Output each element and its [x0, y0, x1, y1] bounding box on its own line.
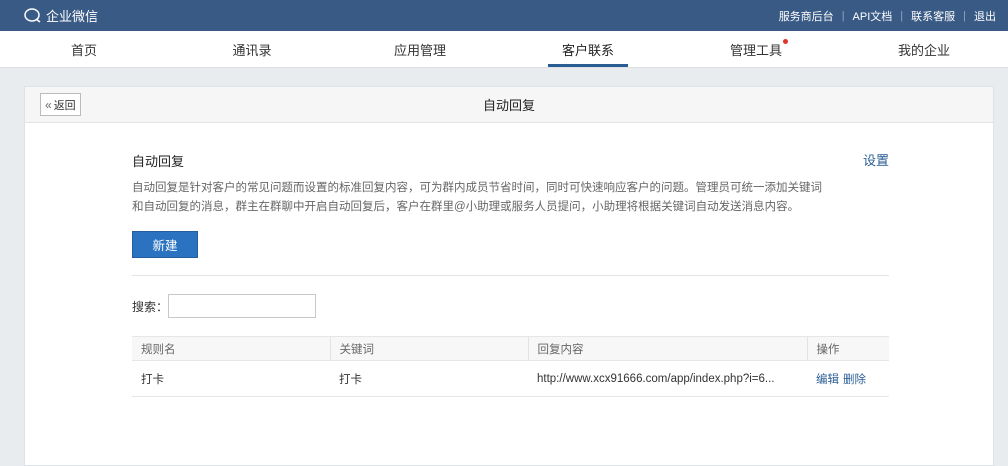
column-header-actions: 操作 — [806, 336, 889, 361]
double-chevron-left-icon: « — [45, 97, 52, 112]
edit-link[interactable]: 编辑 — [816, 374, 839, 386]
notification-dot — [783, 39, 788, 44]
wecom-logo-icon — [24, 7, 41, 23]
card-header: « 返回 自动回复 — [25, 87, 993, 123]
auto-reply-card: « 返回 自动回复 自动回复 设置 自动回复是针对客户的常见问题而设置的标准回复… — [24, 86, 994, 466]
top-bar: 企业微信 服务商后台 | API文档 | 联系客服 | 退出 — [0, 0, 1008, 31]
table-row: 打卡 打卡 http://www.xcx91666.com/app/index.… — [132, 360, 889, 397]
description: 自动回复是针对客户的常见问题而设置的标准回复内容，可为群内成员节省时间，同时可快… — [132, 179, 889, 217]
page-title: 自动回复 — [482, 98, 535, 113]
column-header-rule-name: 规则名 — [132, 336, 330, 361]
main-nav: 首页 通讯录 应用管理 客户联系 管理工具 我的企业 — [0, 31, 1008, 68]
search-row: 搜索： — [132, 294, 889, 318]
nav-contacts[interactable]: 通讯录 — [168, 31, 336, 67]
settings-link[interactable]: 设置 — [863, 150, 889, 169]
back-button[interactable]: « 返回 — [40, 93, 81, 116]
description-line: 自动回复是针对客户的常见问题而设置的标准回复内容，可为群内成员节省时间，同时可快… — [132, 182, 822, 194]
cell-actions: 编辑 删除 — [807, 360, 889, 397]
nav-label: 管理工具 — [716, 31, 796, 67]
search-label: 搜索： — [132, 299, 169, 314]
brand[interactable]: 企业微信 — [24, 6, 98, 25]
column-header-reply: 回复内容 — [527, 336, 807, 361]
cell-reply-content: http://www.xcx91666.com/app/index.php?i=… — [528, 360, 807, 397]
delete-link[interactable]: 删除 — [843, 374, 866, 386]
brand-name: 企业微信 — [46, 9, 99, 24]
nav-my-enterprise[interactable]: 我的企业 — [840, 31, 1008, 67]
nav-app-management[interactable]: 应用管理 — [336, 31, 504, 67]
nav-label: 首页 — [70, 42, 97, 58]
rules-table: 规则名 关键词 回复内容 操作 打卡 打卡 http://www.xcx9166… — [132, 336, 889, 397]
api-docs-link[interactable]: API文档 — [845, 8, 901, 24]
nav-label: 通讯录 — [232, 42, 272, 58]
nav-home[interactable]: 首页 — [0, 31, 168, 67]
main-content: 自动回复 设置 自动回复是针对客户的常见问题而设置的标准回复内容，可为群内成员节… — [132, 151, 889, 397]
cell-rule-name: 打卡 — [132, 360, 330, 397]
nav-label: 应用管理 — [393, 42, 446, 58]
nav-customer-contact[interactable]: 客户联系 — [504, 31, 672, 67]
provider-console-link[interactable]: 服务商后台 — [771, 8, 842, 24]
nav-label: 客户联系 — [547, 31, 628, 67]
top-links: 服务商后台 | API文档 | 联系客服 | 退出 — [771, 8, 996, 24]
nav-management-tools[interactable]: 管理工具 — [672, 31, 840, 67]
search-input[interactable] — [168, 294, 317, 318]
column-header-keyword: 关键词 — [329, 336, 528, 361]
nav-label: 我的企业 — [897, 42, 950, 58]
nav-label-text: 管理工具 — [729, 42, 782, 58]
contact-support-link[interactable]: 联系客服 — [903, 8, 963, 24]
section-title: 自动回复 — [132, 154, 185, 169]
divider — [132, 275, 889, 276]
back-button-label: 返回 — [53, 99, 76, 112]
cell-keyword: 打卡 — [330, 360, 528, 397]
new-rule-button[interactable]: 新建 — [132, 231, 198, 258]
table-header-row: 规则名 关键词 回复内容 操作 — [132, 336, 889, 361]
logout-link[interactable]: 退出 — [966, 8, 996, 24]
description-line: 和自动回复的消息，群主在群聊中开启自动回复后，客户在群里@小助理或服务人员提问，… — [132, 201, 800, 213]
